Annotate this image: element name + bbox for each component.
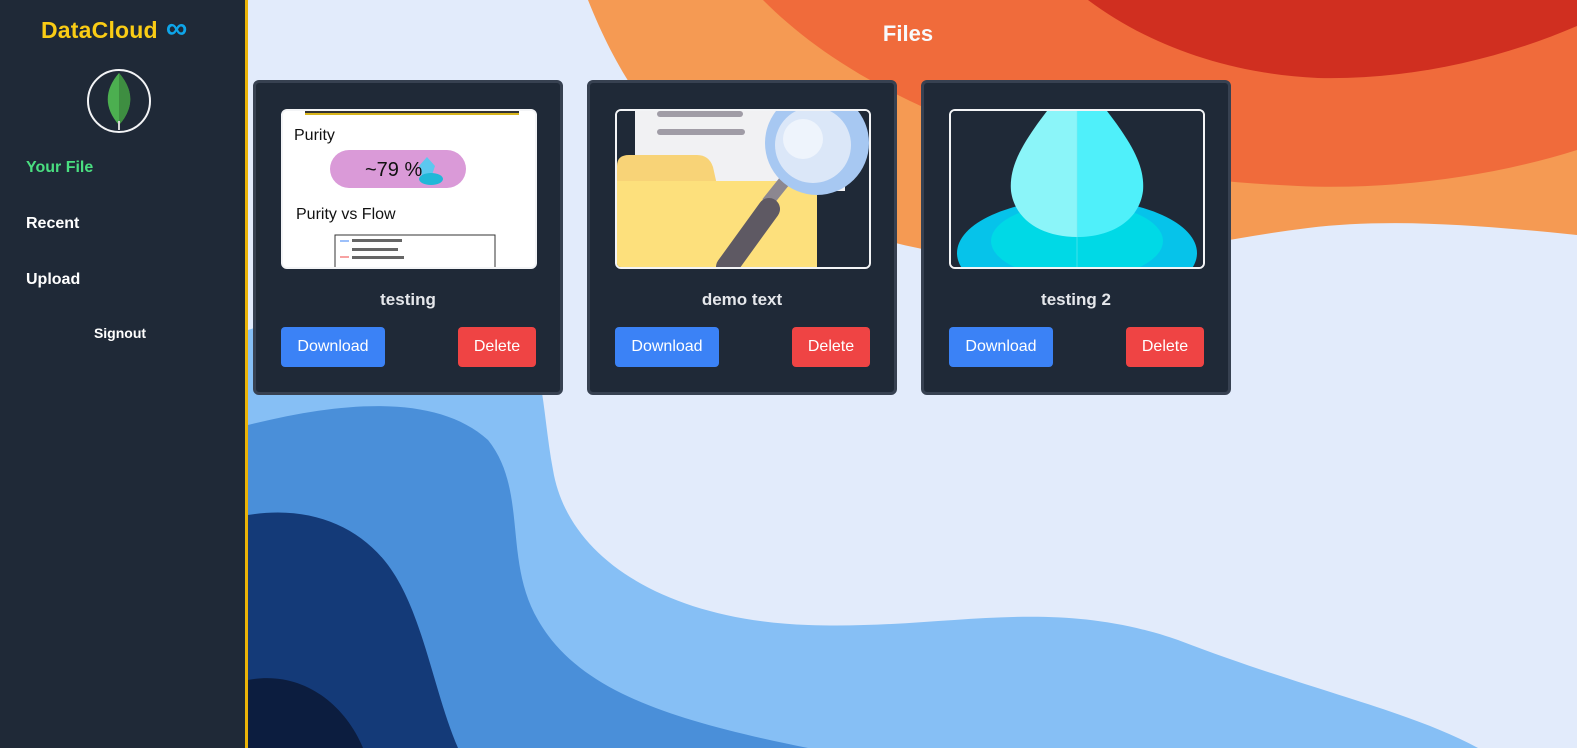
delete-button[interactable]: Delete: [1126, 327, 1204, 367]
main-content: Files Purity ~79 % Purity vs Flow testin…: [248, 0, 1577, 748]
folder-search-icon: [617, 111, 869, 267]
thumb-heading-purity-vs-flow: Purity vs Flow: [296, 206, 396, 223]
file-thumbnail[interactable]: [615, 109, 871, 269]
brand-name: DataCloud: [41, 16, 158, 43]
avatar[interactable]: [87, 69, 151, 133]
leaf-icon: [107, 73, 131, 130]
delete-button[interactable]: Delete: [792, 327, 870, 367]
thumb-heading-purity: Purity: [294, 127, 335, 144]
signout-button[interactable]: Signout: [0, 325, 240, 341]
file-thumbnail[interactable]: Purity ~79 % Purity vs Flow: [281, 109, 537, 269]
delete-button[interactable]: Delete: [458, 327, 536, 367]
file-name: testing 2: [1041, 290, 1111, 309]
thumb-pill-value: ~79 %: [365, 159, 423, 181]
sidebar: DataCloud ∞ Your File Recent Upload Sign…: [0, 0, 248, 748]
download-button[interactable]: Download: [615, 327, 719, 367]
brand[interactable]: DataCloud ∞: [41, 12, 188, 45]
file-card: demo text Download Delete: [587, 80, 897, 395]
infinity-icon: ∞: [165, 12, 188, 45]
download-button[interactable]: Download: [281, 327, 385, 367]
sidebar-item-recent[interactable]: Recent: [26, 215, 79, 233]
sidebar-item-upload[interactable]: Upload: [26, 271, 80, 289]
water-drop-icon: [951, 111, 1203, 267]
page-title: Files: [882, 21, 934, 46]
file-name: demo text: [701, 290, 783, 309]
file-card: Purity ~79 % Purity vs Flow testing Down…: [253, 80, 563, 395]
file-thumbnail[interactable]: [949, 109, 1205, 269]
file-name: testing: [380, 290, 436, 309]
file-card: testing 2 Download Delete: [921, 80, 1231, 395]
sidebar-item-your-file[interactable]: Your File: [26, 159, 93, 177]
download-button[interactable]: Download: [949, 327, 1053, 367]
